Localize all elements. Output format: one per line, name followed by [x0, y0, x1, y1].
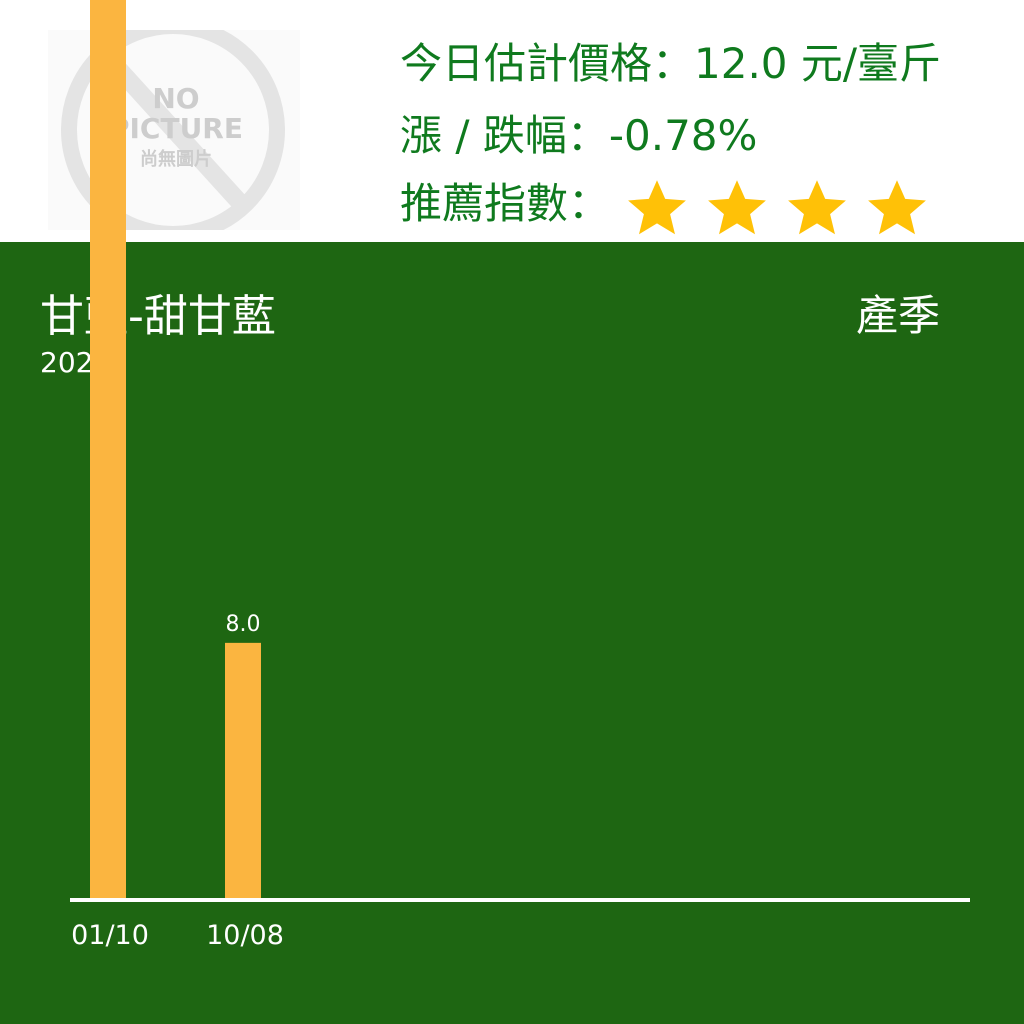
x-tick-10-08: 10/08	[206, 920, 284, 951]
bar-01-10	[90, 0, 126, 900]
bar-10-08	[225, 642, 261, 900]
x-tick-01-10: 01/10	[71, 920, 149, 951]
data-label-10-08: 8.0	[226, 612, 261, 637]
price-bar-chart: 01/10 8.0 10/08	[70, 0, 970, 951]
